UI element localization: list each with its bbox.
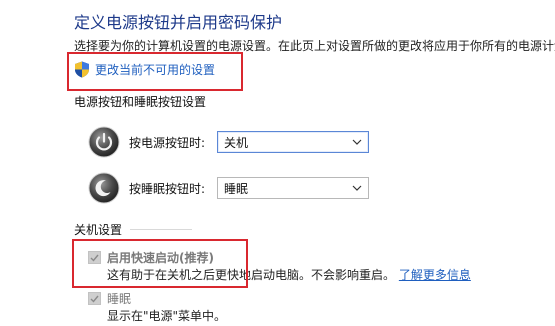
fast-startup-checkbox[interactable] bbox=[88, 251, 101, 264]
checkmark-icon bbox=[90, 254, 99, 262]
uac-shield-icon bbox=[75, 61, 89, 77]
section-divider bbox=[130, 229, 193, 230]
sleep-button-action-value: 睡眠 bbox=[224, 181, 249, 196]
shutdown-section-heading: 关机设置 bbox=[74, 221, 193, 238]
page-description: 选择要为你的计算机设置的电源设置。在此页上对设置所做的更改将应用于你所有的电源计… bbox=[74, 39, 555, 53]
power-button-row: 按电源按钮时: 关机 bbox=[88, 126, 369, 158]
sleep-button-icon bbox=[88, 172, 120, 204]
checkmark-icon bbox=[90, 295, 99, 303]
shutdown-heading-text: 关机设置 bbox=[74, 223, 123, 237]
power-button-label: 按电源按钮时: bbox=[129, 135, 206, 150]
page-title: 定义电源按钮并启用密码保护 bbox=[74, 13, 283, 32]
chevron-down-icon bbox=[352, 185, 362, 191]
fast-startup-label: 启用快速启动(推荐) bbox=[107, 251, 214, 265]
sleep-option-description: 显示在"电源"菜单中。 bbox=[107, 309, 227, 323]
sleep-button-action-select[interactable]: 睡眠 bbox=[217, 177, 369, 199]
sleep-option-label: 睡眠 bbox=[107, 292, 132, 306]
sleep-option-row: 睡眠 bbox=[88, 290, 131, 307]
power-button-action-select[interactable]: 关机 bbox=[217, 131, 369, 153]
sleep-option-checkbox[interactable] bbox=[88, 292, 101, 305]
change-unavailable-settings-link[interactable]: 更改当前不可用的设置 bbox=[74, 59, 215, 79]
learn-more-link[interactable]: 了解更多信息 bbox=[399, 268, 471, 282]
power-button-icon bbox=[88, 126, 120, 158]
sleep-button-row: 按睡眠按钮时: 睡眠 bbox=[88, 172, 369, 204]
chevron-down-icon bbox=[352, 139, 362, 145]
sleep-button-label: 按睡眠按钮时: bbox=[129, 181, 206, 196]
fast-startup-description-line: 这有助于在关机之后更快地启动电脑。不会影响重启。 了解更多信息 bbox=[107, 266, 471, 283]
power-button-action-value: 关机 bbox=[224, 135, 249, 150]
fast-startup-row: 启用快速启动(推荐) bbox=[88, 249, 214, 266]
power-buttons-heading-text: 电源按钮和睡眠按钮设置 bbox=[74, 95, 207, 109]
fast-startup-description: 这有助于在关机之后更快地启动电脑。不会影响重启。 bbox=[107, 268, 396, 282]
power-buttons-section-heading: 电源按钮和睡眠按钮设置 bbox=[74, 93, 206, 110]
change-unavailable-settings-label: 更改当前不可用的设置 bbox=[95, 62, 216, 77]
